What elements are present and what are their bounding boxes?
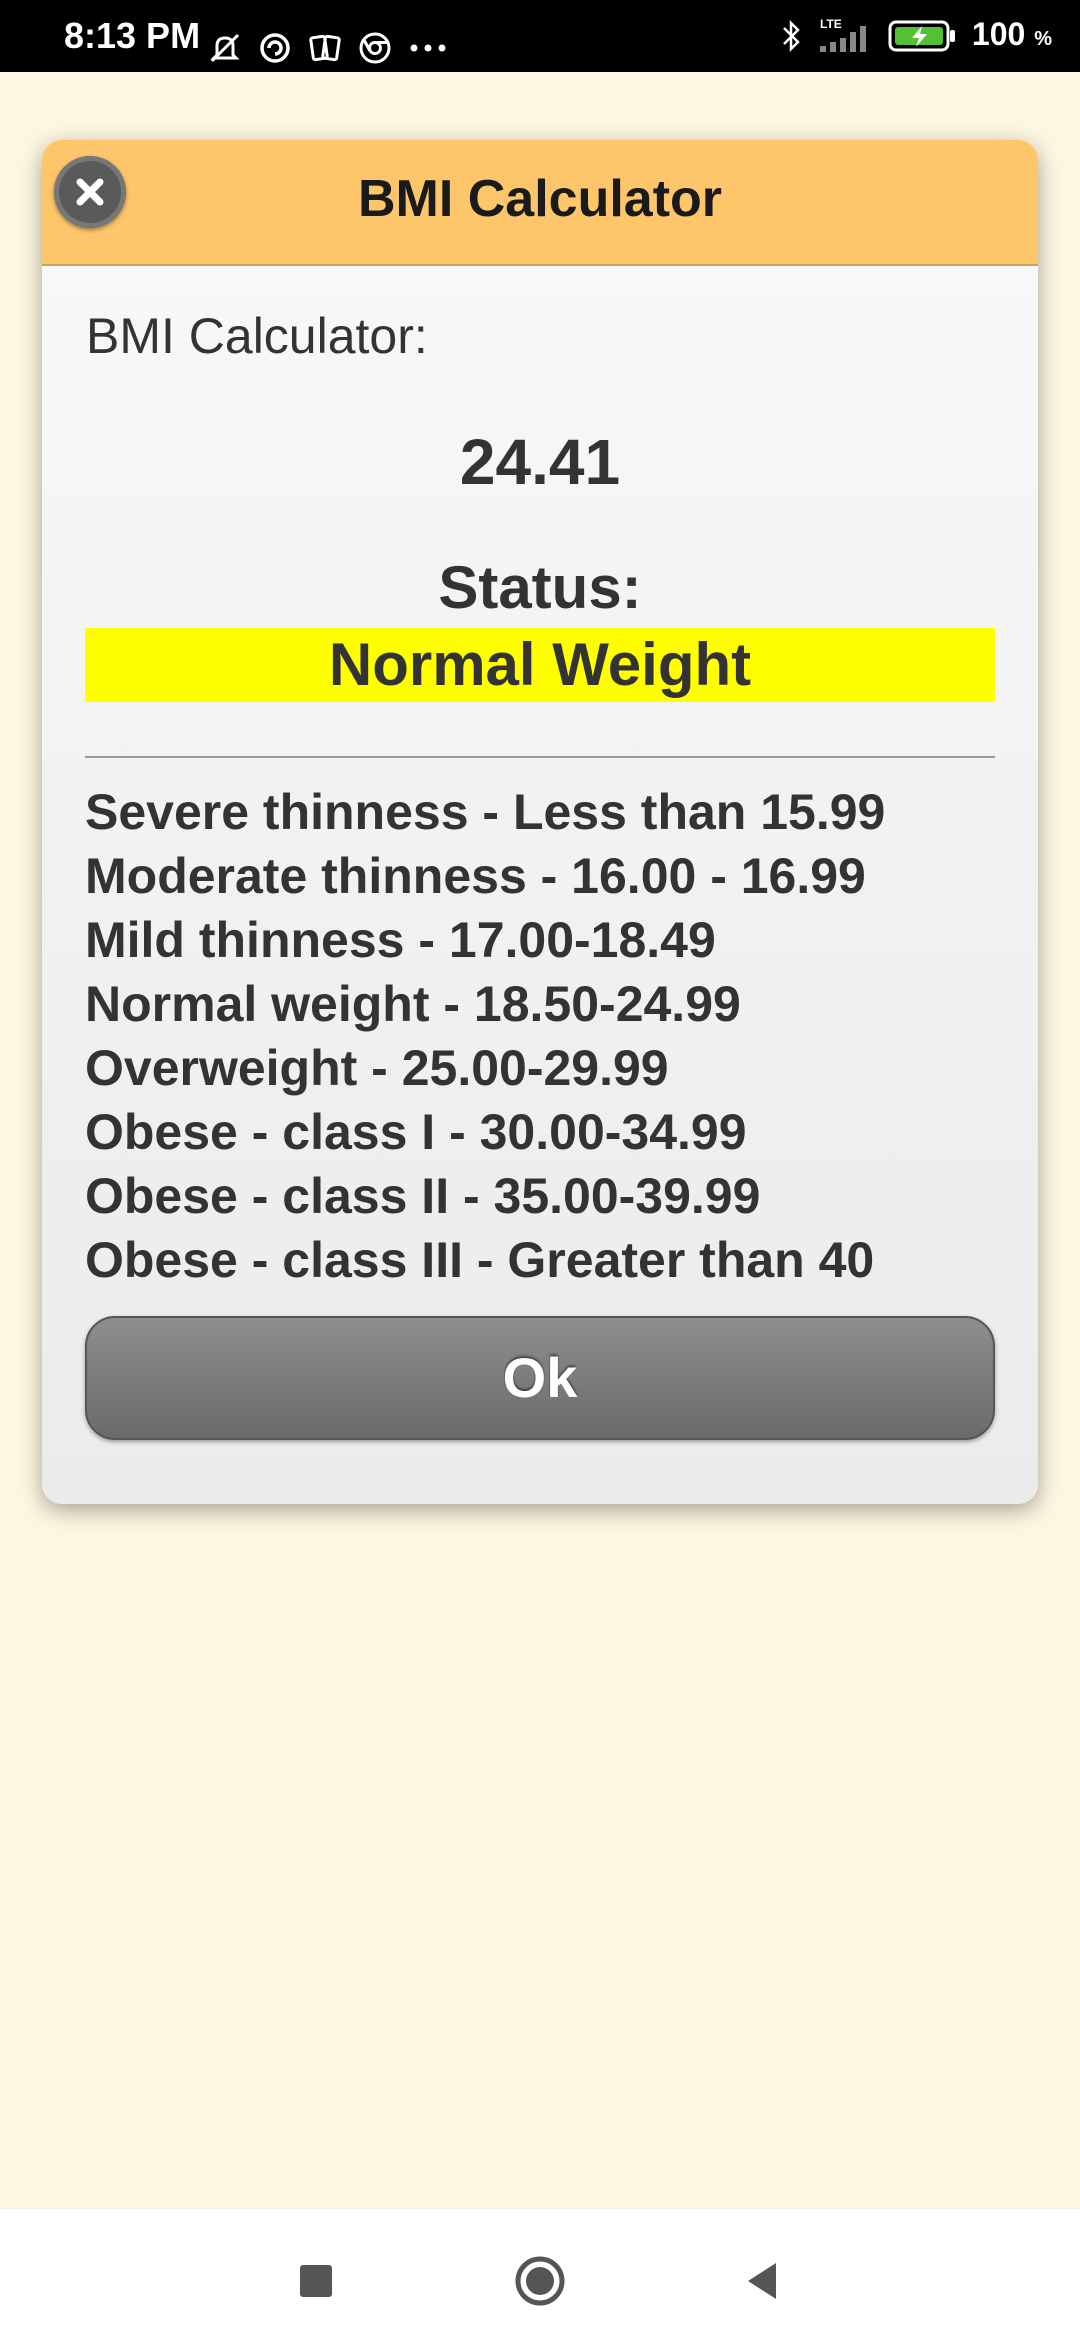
battery-charging-icon (888, 18, 958, 54)
bmi-dialog: BMI Calculator BMI Calculator: 24.41 Sta… (42, 140, 1038, 1504)
recent-apps-icon (300, 2265, 332, 2297)
range-item: Normal weight - 18.50-24.99 (85, 976, 741, 1032)
divider (85, 756, 995, 758)
more-dots-icon (408, 31, 448, 65)
recent-apps-button[interactable] (288, 2253, 344, 2309)
status-label: Status: (438, 554, 642, 621)
vpn-icon (258, 31, 292, 65)
status-bar: 8:13 PM LTE 100 % (0, 0, 1080, 72)
cards-icon (308, 31, 342, 65)
close-button[interactable] (54, 156, 126, 228)
status-right: LTE 100 % (780, 16, 1052, 56)
dialog-title: BMI Calculator (357, 170, 723, 228)
navigation-bar (0, 2208, 1080, 2340)
back-icon (748, 2263, 776, 2299)
bluetooth-icon (780, 18, 804, 54)
ok-button[interactable]: Ok (85, 1316, 995, 1440)
range-item: Obese - class III - Greater than 40 (85, 1232, 875, 1288)
calculator-label: BMI Calculator: (86, 308, 428, 364)
range-item: Obese - class I - 30.00-34.99 (85, 1104, 747, 1160)
lte-label: LTE (820, 17, 842, 31)
battery-percent: 100 % (971, 15, 1052, 52)
close-icon (76, 178, 104, 206)
back-button[interactable] (736, 2253, 792, 2309)
chrome-icon (358, 31, 392, 65)
status-left-icons (208, 28, 448, 68)
home-button[interactable] (512, 2253, 568, 2309)
home-icon (515, 2256, 565, 2306)
muted-bell-icon (208, 31, 242, 65)
lte-signal-icon: LTE (818, 16, 874, 56)
range-item: Moderate thinness - 16.00 - 16.99 (85, 848, 866, 904)
range-item: Obese - class II - 35.00-39.99 (85, 1168, 761, 1224)
range-item: Mild thinness - 17.00-18.49 (85, 912, 716, 968)
status-value: Normal Weight (85, 628, 995, 702)
dialog-header: BMI Calculator (42, 140, 1038, 266)
range-item: Severe thinness - Less than 15.99 (85, 784, 886, 840)
bmi-value: 24.41 (459, 426, 621, 498)
status-time: 8:13 PM (64, 15, 201, 56)
range-item: Overweight - 25.00-29.99 (85, 1040, 669, 1096)
bmi-ranges-list: Severe thinness - Less than 15.99 Modera… (85, 780, 1025, 1292)
